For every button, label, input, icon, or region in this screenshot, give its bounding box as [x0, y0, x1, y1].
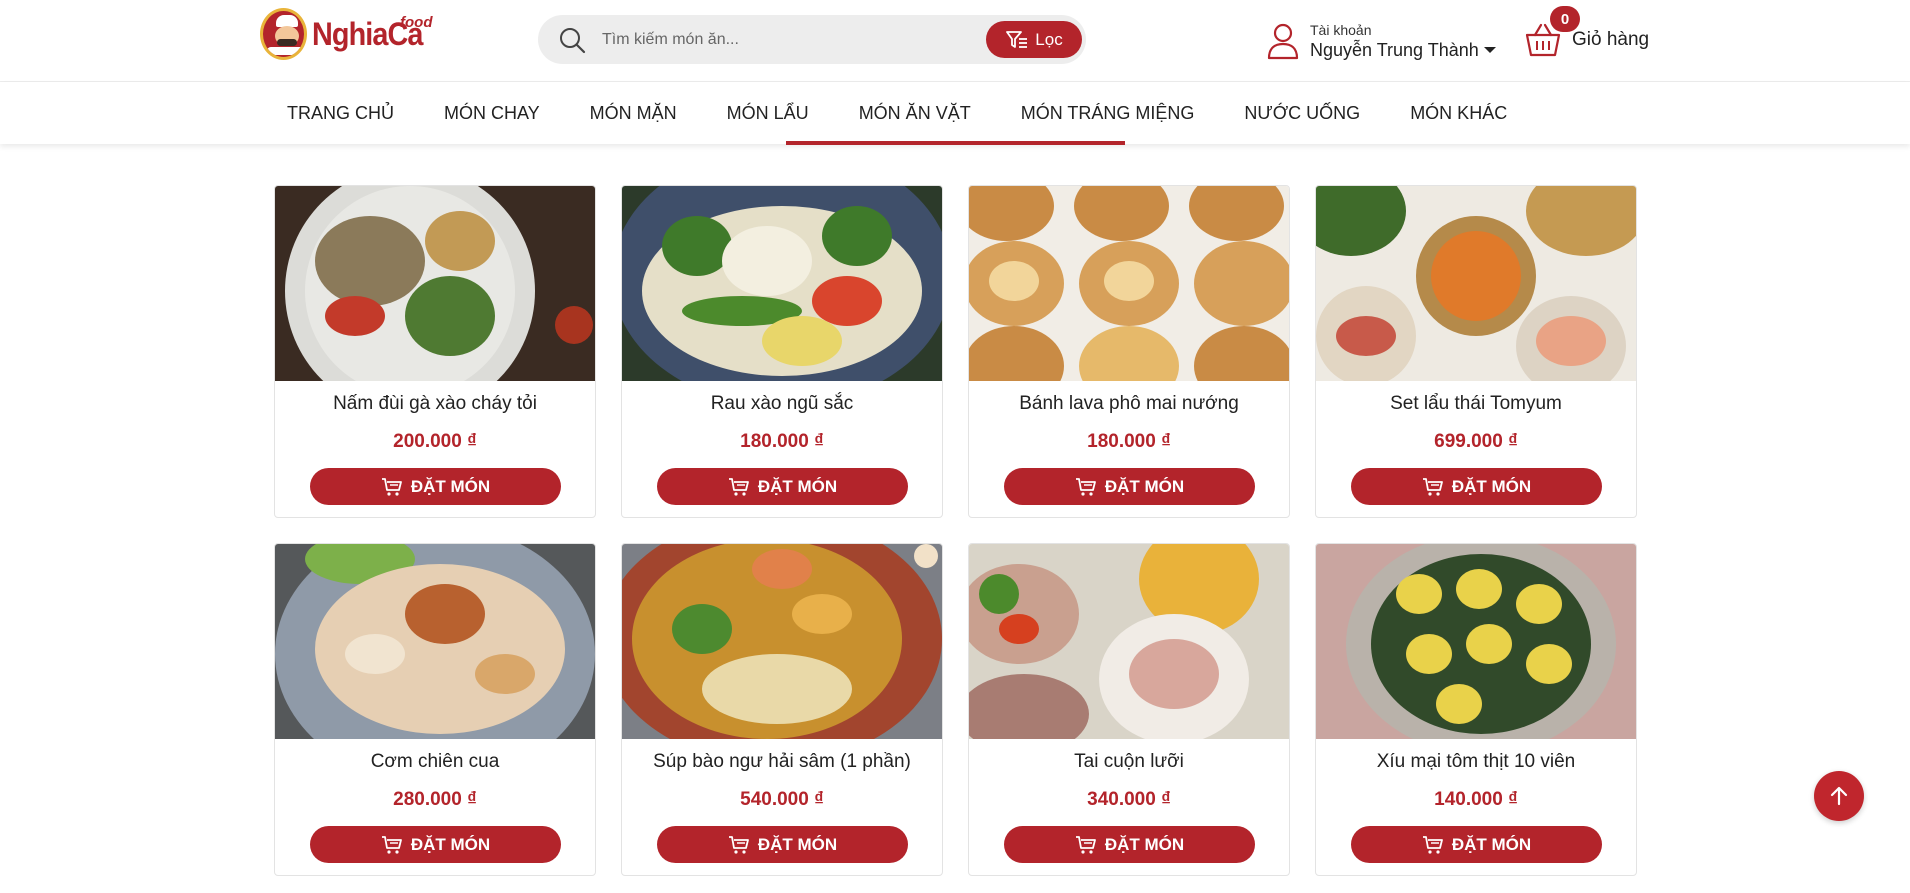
filter-icon — [1006, 30, 1028, 48]
product-name: Rau xào ngũ sắc — [710, 393, 854, 414]
nav-item-hotpot[interactable]: MÓN LẨU — [727, 103, 809, 124]
scroll-to-top-button[interactable] — [1814, 771, 1864, 821]
product-image[interactable] — [1316, 544, 1636, 739]
product-image[interactable] — [622, 544, 942, 739]
cart-icon — [381, 477, 402, 496]
product-grid: Nấm đùi gà xào cháy tỏi 200.000 ₫ ĐẶT MÓ… — [274, 185, 1638, 876]
logo[interactable]: NghiaCa food — [260, 6, 435, 62]
order-button-label: ĐẶT MÓN — [1104, 476, 1185, 496]
cart-icon — [1422, 477, 1443, 496]
nav-item-home[interactable]: TRANG CHỦ — [287, 103, 394, 124]
search-bar: Lọc — [538, 15, 1086, 64]
order-button[interactable]: ĐẶT MÓN — [1351, 826, 1602, 863]
product-name: Nấm đùi gà xào cháy tỏi — [333, 393, 537, 414]
product-image[interactable] — [969, 544, 1289, 739]
order-button-label: ĐẶT MÓN — [410, 834, 491, 854]
product-price: 200.000 ₫ — [393, 431, 477, 452]
search-icon[interactable] — [558, 26, 586, 54]
site-header: NghiaCa food Lọc Tài khoản Nguyễn Tru — [0, 0, 1910, 82]
nav-item-drinks[interactable]: NƯỚC UỐNG — [1244, 103, 1360, 124]
product-card[interactable]: Súp bào ngư hải sâm (1 phần) 540.000 ₫ Đ… — [621, 543, 943, 876]
order-button-label: ĐẶT MÓN — [1104, 834, 1185, 854]
product-card[interactable]: Set lẩu thái Tomyum 699.000 ₫ ĐẶT MÓN — [1315, 185, 1637, 518]
cart-icon — [381, 835, 402, 854]
nav-item-snacks[interactable]: MÓN ĂN VẶT — [859, 103, 971, 124]
filter-button[interactable]: Lọc — [986, 21, 1082, 58]
account-name[interactable]: Nguyễn Trung Thành — [1310, 40, 1497, 61]
brand-tag: food — [400, 14, 433, 31]
product-price: 699.000 ₫ — [1434, 431, 1518, 452]
product-image[interactable] — [275, 544, 595, 739]
order-button[interactable]: ĐẶT MÓN — [657, 468, 908, 505]
order-button[interactable]: ĐẶT MÓN — [310, 826, 561, 863]
order-button[interactable]: ĐẶT MÓN — [1351, 468, 1602, 505]
order-button-label: ĐẶT MÓN — [410, 476, 491, 496]
product-name: Xíu mại tôm thịt 10 viên — [1376, 751, 1576, 772]
product-card[interactable]: Rau xào ngũ sắc 180.000 ₫ ĐẶT MÓN — [621, 185, 943, 518]
order-button-label: ĐẶT MÓN — [757, 834, 838, 854]
order-button-label: ĐẶT MÓN — [1451, 476, 1532, 496]
product-card[interactable]: Nấm đùi gà xào cháy tỏi 200.000 ₫ ĐẶT MÓ… — [274, 185, 596, 518]
product-card[interactable]: Tai cuộn lưỡi 340.000 ₫ ĐẶT MÓN — [968, 543, 1290, 876]
product-card[interactable]: Cơm chiên cua 280.000 ₫ ĐẶT MÓN — [274, 543, 596, 876]
product-name: Cơm chiên cua — [370, 751, 500, 772]
nav-item-desserts[interactable]: MÓN TRÁNG MIỆNG — [1021, 103, 1195, 124]
product-name: Bánh lava phô mai nướng — [1019, 393, 1239, 414]
product-name: Set lẩu thái Tomyum — [1390, 393, 1562, 414]
user-icon — [1267, 23, 1299, 60]
account-menu[interactable]: Tài khoản Nguyễn Trung Thành — [1266, 18, 1497, 64]
cart-label: Giỏ hàng — [1572, 29, 1650, 50]
caret-down-icon — [1483, 47, 1496, 53]
order-button[interactable]: ĐẶT MÓN — [1004, 468, 1255, 505]
filter-label: Lọc — [1035, 29, 1063, 49]
product-price: 180.000 ₫ — [740, 431, 824, 452]
nav-item-others[interactable]: MÓN KHÁC — [1410, 103, 1507, 124]
category-nav: TRANG CHỦ MÓN CHAY MÓN MẶN MÓN LẨU MÓN Ă… — [0, 82, 1910, 145]
nav-item-vegetarian[interactable]: MÓN CHAY — [444, 103, 540, 124]
product-price: 280.000 ₫ — [393, 789, 477, 810]
order-button-label: ĐẶT MÓN — [1451, 834, 1532, 854]
account-caption: Tài khoản — [1310, 21, 1372, 38]
cart-icon — [1075, 835, 1096, 854]
order-button-label: ĐẶT MÓN — [757, 476, 838, 496]
arrow-up-icon — [1830, 786, 1848, 806]
product-image[interactable] — [1316, 186, 1636, 381]
product-name: Súp bào ngư hải sâm (1 phần) — [653, 751, 911, 772]
cart-icon — [728, 477, 749, 496]
cart-icon — [1075, 477, 1096, 496]
cart-count-badge: 0 — [1550, 6, 1580, 32]
chef-logo-icon — [260, 8, 308, 60]
product-price: 540.000 ₫ — [740, 789, 824, 810]
nav-active-underline — [786, 141, 1125, 145]
cart-icon — [728, 835, 749, 854]
nav-item-savory[interactable]: MÓN MẶN — [590, 103, 677, 124]
search-input[interactable] — [602, 25, 962, 55]
cart-button[interactable]: 0 Giỏ hàng — [1524, 6, 1650, 64]
product-price: 180.000 ₫ — [1087, 431, 1171, 452]
product-name: Tai cuộn lưỡi — [1074, 751, 1184, 772]
product-image[interactable] — [622, 186, 942, 381]
order-button[interactable]: ĐẶT MÓN — [1004, 826, 1255, 863]
account-user-name: Nguyễn Trung Thành — [1310, 39, 1479, 60]
product-card[interactable]: Bánh lava phô mai nướng 180.000 ₫ ĐẶT MÓ… — [968, 185, 1290, 518]
cart-icon — [1422, 835, 1443, 854]
product-image[interactable] — [969, 186, 1289, 381]
order-button[interactable]: ĐẶT MÓN — [657, 826, 908, 863]
product-price: 340.000 ₫ — [1087, 789, 1171, 810]
product-card[interactable]: Xíu mại tôm thịt 10 viên 140.000 ₫ ĐẶT M… — [1315, 543, 1637, 876]
product-price: 140.000 ₫ — [1434, 789, 1518, 810]
product-image[interactable] — [275, 186, 595, 381]
order-button[interactable]: ĐẶT MÓN — [310, 468, 561, 505]
